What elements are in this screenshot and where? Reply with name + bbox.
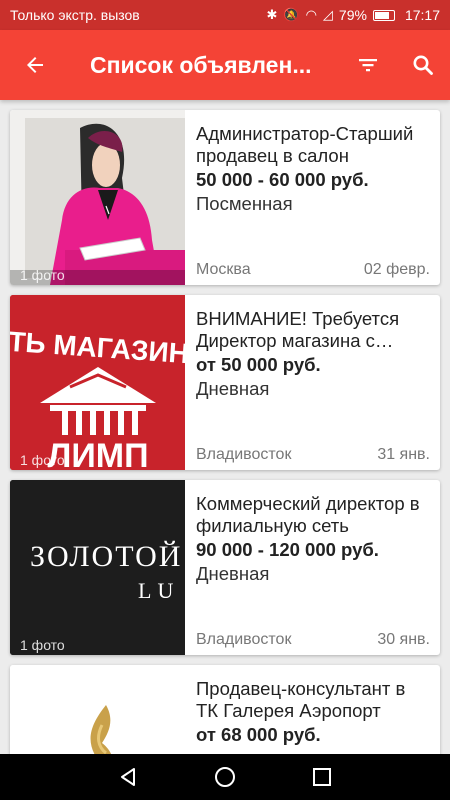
status-icons: ✱ 🔕 ◠ ◿ 79% 17:17 [266,7,440,23]
listing-thumbnail [10,665,185,754]
battery-percent: 79% [338,7,367,23]
carrier-label: Только экстр. вызов [10,7,140,23]
listing-date: 31 янв. [377,446,430,463]
listing-thumbnail: ЗОЛОТОЙ LU 1 фото [10,480,185,655]
home-circle-icon[interactable] [214,766,236,788]
search-button[interactable] [395,30,450,100]
battery-icon [372,9,395,21]
listing-meta: Владивосток 30 янв. [196,631,430,649]
photo-count: 1 фото [20,267,65,283]
filter-icon [358,59,377,72]
listing-card[interactable]: ТЬ МАГАЗИН ЛИМП 1 фото ВНИМАНИЕ! Требует… [10,295,440,470]
listing-thumbnail: 1 фото [10,110,185,285]
arrow-left-icon [27,57,43,73]
listing-salary: от 50 000 руб. [196,354,321,375]
listing-list[interactable]: 1 фото Администратор-Старший продавец в … [0,100,450,754]
listing-date: 30 янв. [377,631,430,648]
listing-meta: Москва 02 февр. [196,261,430,279]
wifi-icon: ◠ [305,7,317,22]
listing-meta: Владивосток 31 янв. [196,446,430,464]
bluetooth-icon: ✱ [266,7,278,22]
listing-info: Администратор-Старший продавец в салон 5… [185,110,440,285]
store-logo-text-2: LU [138,578,179,603]
listing-card[interactable]: ЗОЛОТОЙ LU 1 фото Коммерческий директор … [10,480,440,655]
search-icon [413,55,433,75]
listing-info: Продавец-консультант в ТК Галерея Аэропо… [185,665,440,754]
listing-schedule: Дневная [196,378,270,399]
listing-city: Владивосток [196,446,292,463]
system-nav-bar [0,754,450,800]
mute-icon: 🔕 [283,7,300,22]
listing-city: Владивосток [196,631,292,648]
status-bar: Только экстр. вызов ✱ 🔕 ◠ ◿ 79% 17:17 [0,0,450,30]
listing-schedule: Дневная [196,563,270,584]
listing-card[interactable]: 1 фото Администратор-Старший продавец в … [10,110,440,285]
store-logo-text: ЗОЛОТОЙ [30,540,182,573]
listing-title: ВНИМАНИЕ! Требуется Директор магазина с … [196,308,400,351]
photo-count: 1 фото [20,637,65,653]
page-title: Список объявлен... [90,51,312,78]
listing-date: 02 февр. [363,261,430,278]
listing-city: Москва [196,261,251,278]
app-bar: Список объявлен... [0,30,450,100]
listing-title: Коммерческий директор в филиальную сеть [196,493,420,536]
gold-flame-logo [90,705,111,754]
listing-salary: 90 000 - 120 000 руб. [196,539,379,560]
listing-thumbnail: ТЬ МАГАЗИН ЛИМП 1 фото [10,295,185,470]
listing-info: ВНИМАНИЕ! Требуется Директор магазина с … [185,295,440,470]
listing-salary: 50 000 - 60 000 руб. [196,169,369,190]
signal-icon: ◿ [322,7,333,22]
listing-title: Администратор-Старший продавец в салон [196,123,414,166]
back-triangle-icon[interactable] [117,766,139,788]
listing-info: Коммерческий директор в филиальную сеть … [185,480,440,655]
clock: 17:17 [404,7,440,23]
store-logo-image: ТЬ МАГАЗИН ЛИМП [10,295,185,470]
back-button[interactable] [0,30,70,100]
filter-button[interactable] [340,30,395,100]
receptionist-illustration [10,118,185,285]
listing-salary: от 68 000 руб. [196,724,321,745]
listing-card[interactable]: Продавец-консультант в ТК Галерея Аэропо… [10,665,440,754]
recents-square-icon[interactable] [311,766,333,788]
listing-title: Продавец-консультант в ТК Галерея Аэропо… [196,678,406,721]
store-logo-image: ЗОЛОТОЙ LU [10,480,185,655]
listing-schedule: Посменная [196,193,293,214]
photo-count: 1 фото [20,452,65,468]
